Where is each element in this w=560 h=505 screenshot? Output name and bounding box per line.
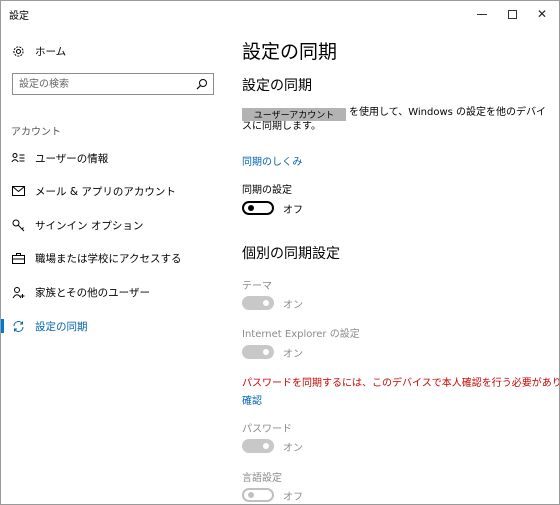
sync-icon: [11, 319, 25, 333]
toggle-state-label: オン: [283, 442, 303, 454]
key-icon: [11, 218, 25, 232]
close-button[interactable]: ✕: [525, 1, 559, 27]
sidebar-item-home[interactable]: ホーム: [1, 37, 227, 65]
title-bar: 設定 ✕: [1, 1, 559, 27]
maximize-icon: [507, 9, 517, 19]
sidebar-item-label: サインイン オプション: [35, 219, 144, 232]
home-gear-icon: [11, 44, 25, 58]
toggle-state-label: オフ: [283, 491, 303, 503]
how-sync-works-link[interactable]: 同期のしくみ: [242, 153, 302, 168]
active-indicator: [1, 319, 4, 333]
search-box[interactable]: [12, 73, 214, 95]
language-label: 言語設定: [242, 473, 282, 484]
language-toggle-row[interactable]: オフ: [242, 487, 303, 503]
theme-toggle[interactable]: [242, 296, 274, 310]
toggle-state-label: オフ: [283, 204, 303, 216]
sidebar-item-email-accounts[interactable]: メール & アプリのアカウント: [1, 177, 227, 205]
sidebar-item-work-school[interactable]: 職場または学校にアクセスする: [1, 244, 227, 272]
ie-toggle-row[interactable]: オン: [242, 344, 303, 360]
main-content: 設定の同期 設定の同期 を使用して、Windows の設定を他のデバイスに同期し…: [227, 27, 560, 504]
toggle-state-label: オン: [283, 299, 303, 311]
ie-settings-label: Internet Explorer の設定: [242, 329, 360, 340]
individual-sync-heading: 個別の同期設定: [242, 246, 340, 262]
toggle-knob: [263, 349, 269, 355]
maximize-button[interactable]: [495, 1, 529, 27]
toggle-state-label: オン: [283, 348, 303, 360]
search-input[interactable]: [19, 77, 189, 91]
search-icon[interactable]: [196, 78, 208, 90]
sync-settings-toggle[interactable]: [242, 201, 274, 215]
settings-window: 設定 ✕ ホーム アカウント ユーザーの情報: [0, 0, 560, 505]
password-label: パスワード: [242, 424, 292, 435]
account-badge: ユーザーアカウント: [242, 108, 346, 121]
sync-settings-toggle-row[interactable]: オフ: [242, 200, 303, 216]
sidebar-item-user-info[interactable]: ユーザーの情報: [1, 144, 227, 172]
sidebar-item-sync-settings[interactable]: 設定の同期: [1, 312, 227, 340]
page-title: 設定の同期: [242, 41, 338, 63]
sync-heading: 設定の同期: [242, 78, 312, 94]
toggle-knob: [248, 205, 254, 211]
ie-toggle[interactable]: [242, 345, 274, 359]
sidebar-item-label: メール & アプリのアカウント: [35, 185, 176, 198]
toggle-knob: [263, 300, 269, 306]
toggle-knob: [248, 492, 254, 498]
window-title: 設定: [9, 11, 29, 22]
sidebar: ホーム アカウント ユーザーの情報 メール & アプリのアカウント: [1, 27, 227, 504]
person-add-icon: [11, 285, 25, 299]
briefcase-icon: [11, 251, 25, 265]
minimize-button[interactable]: [465, 1, 499, 27]
sidebar-item-label: ユーザーの情報: [35, 152, 109, 165]
password-toggle-row[interactable]: オン: [242, 438, 303, 454]
sidebar-item-label: ホーム: [35, 45, 67, 58]
sidebar-item-family-users[interactable]: 家族とその他のユーザー: [1, 278, 227, 306]
section-header-accounts: アカウント: [11, 127, 61, 138]
user-info-icon: [11, 151, 25, 165]
theme-toggle-row[interactable]: オン: [242, 295, 303, 311]
sidebar-item-label: 職場または学校にアクセスする: [35, 252, 182, 265]
password-warning: パスワードを同期するには、このデバイスで本人確認を行う必要があります。: [242, 378, 560, 389]
sidebar-item-label: 設定の同期: [35, 320, 88, 333]
password-toggle[interactable]: [242, 439, 274, 453]
language-toggle[interactable]: [242, 488, 274, 502]
sync-settings-label: 同期の設定: [242, 185, 292, 196]
sidebar-item-label: 家族とその他のユーザー: [35, 286, 150, 299]
verify-link[interactable]: 確認: [242, 392, 262, 407]
sidebar-item-signin-options[interactable]: サインイン オプション: [1, 211, 227, 239]
mail-icon: [11, 184, 25, 198]
close-icon: ✕: [536, 7, 548, 21]
toggle-knob: [263, 443, 269, 449]
minimize-icon: [477, 13, 487, 15]
theme-label: テーマ: [242, 281, 272, 292]
